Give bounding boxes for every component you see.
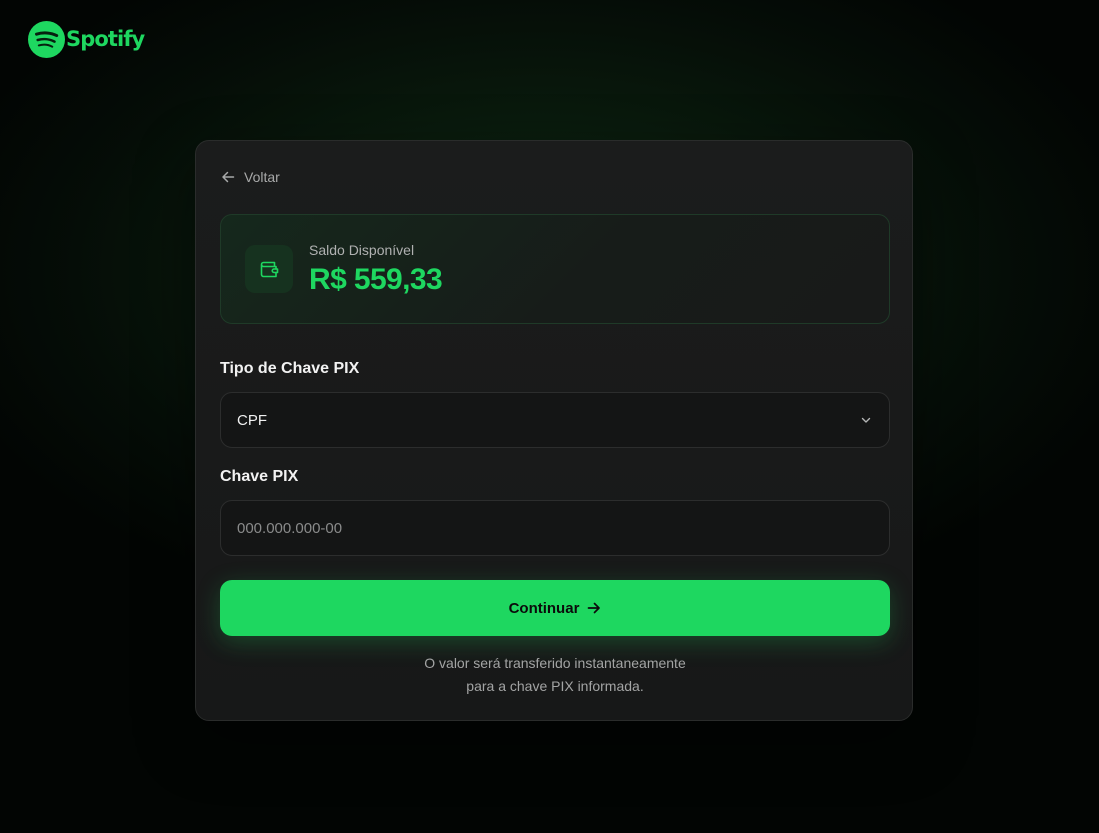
transfer-note-line-1: O valor será transferido instantaneament… bbox=[424, 655, 686, 671]
pix-key-label: Chave PIX bbox=[220, 468, 299, 485]
arrow-right-icon bbox=[588, 602, 601, 614]
chevron-down-icon bbox=[861, 417, 871, 423]
wallet-icon-tile bbox=[245, 245, 293, 293]
pix-type-label: Tipo de Chave PIX bbox=[220, 360, 360, 377]
pix-type-selected-value: CPF bbox=[237, 411, 267, 429]
pix-key-input[interactable] bbox=[220, 500, 890, 556]
continue-label: Continuar bbox=[508, 599, 580, 617]
pix-type-select[interactable]: CPF bbox=[220, 392, 890, 448]
transfer-note: O valor será transferido instantaneament… bbox=[220, 652, 890, 698]
balance-value: R$ 559,33 bbox=[309, 263, 443, 296]
back-label: Voltar bbox=[244, 169, 280, 185]
balance-label: Saldo Disponível bbox=[309, 242, 415, 258]
back-button[interactable]: Voltar bbox=[221, 166, 280, 188]
withdraw-card: Voltar Saldo Disponível R$ 559,33 Tipo d… bbox=[195, 140, 913, 721]
brand-name: Spotify bbox=[66, 27, 145, 51]
spotify-logo-icon bbox=[28, 21, 65, 58]
arrow-left-icon bbox=[222, 171, 235, 183]
balance-panel: Saldo Disponível R$ 559,33 bbox=[220, 214, 890, 324]
continue-button[interactable]: Continuar bbox=[220, 580, 890, 636]
transfer-note-line-2: para a chave PIX informada. bbox=[466, 678, 644, 694]
brand-logo[interactable]: Spotify bbox=[28, 21, 145, 58]
wallet-icon bbox=[260, 261, 279, 278]
